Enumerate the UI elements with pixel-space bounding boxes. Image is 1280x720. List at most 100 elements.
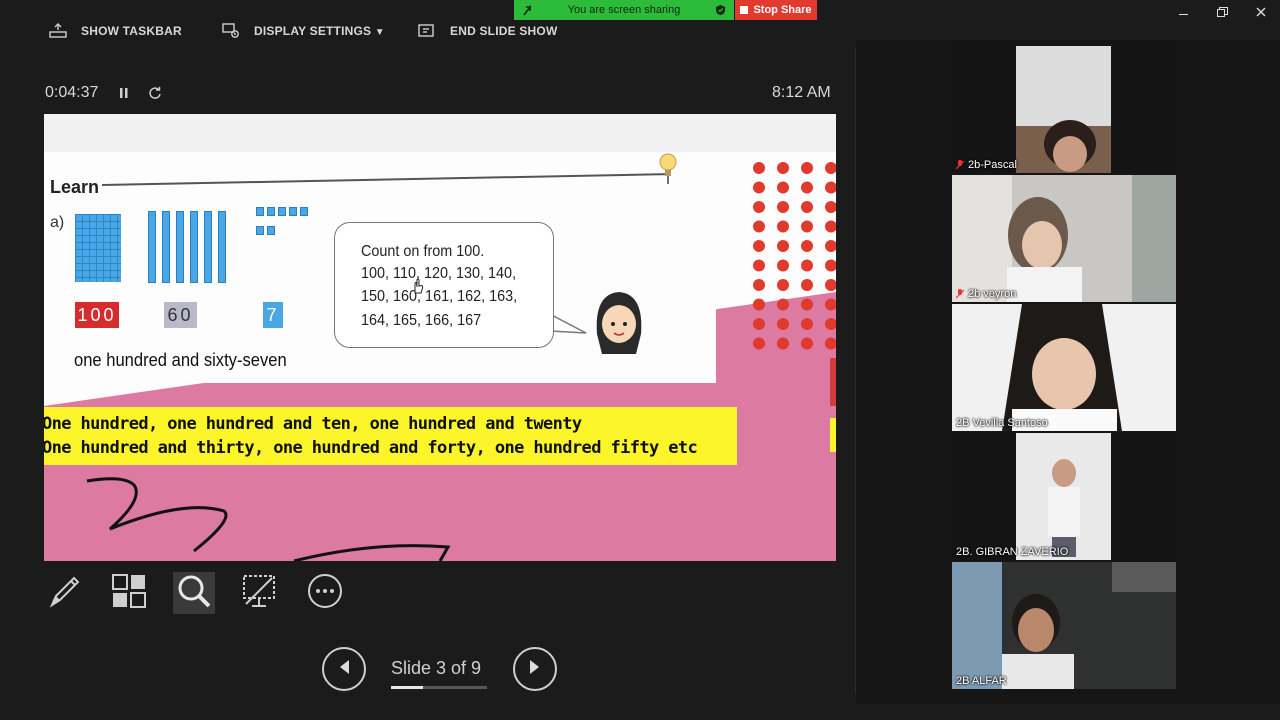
apple-icon bbox=[825, 337, 836, 350]
banner-line-1: One hundred, one hundred and ten, one hu… bbox=[44, 414, 582, 434]
screen-options-button[interactable] bbox=[238, 572, 280, 614]
apple-icon bbox=[777, 298, 789, 311]
end-slide-show-label: END SLIDE SHOW bbox=[450, 24, 558, 38]
apple-icon bbox=[777, 318, 789, 330]
zoom-icon bbox=[175, 572, 213, 615]
pause-icon bbox=[118, 87, 130, 104]
apple-icon bbox=[825, 162, 836, 174]
display-settings-button[interactable]: DISPLAY SETTINGS ▼ bbox=[222, 20, 385, 42]
apple-icon bbox=[753, 259, 765, 272]
zoom-button[interactable] bbox=[173, 572, 215, 614]
bubble-line: 164, 165, 166, 167 bbox=[361, 312, 482, 329]
participant-video bbox=[952, 562, 1176, 689]
pen-annotation bbox=[86, 477, 451, 561]
slide-counter: Slide 3 of 9 bbox=[391, 658, 482, 678]
see-all-slides-button[interactable] bbox=[108, 572, 150, 614]
speech-bubble: Count on from 100. 100, 110, 120, 130, 1… bbox=[334, 222, 554, 348]
reset-timer-button[interactable] bbox=[148, 86, 162, 105]
slide-progress-fill bbox=[391, 686, 423, 689]
apple-icon bbox=[753, 162, 765, 174]
apple-icon bbox=[801, 279, 813, 291]
participant-gallery[interactable]: 2b-Pascal 2b veyron 2B Vevilla Santoso 2… bbox=[856, 40, 1280, 704]
ones-cube bbox=[267, 226, 275, 235]
lightbulb-icon bbox=[659, 153, 677, 184]
participant-tile[interactable]: 2B. GIBRAN ZAVERIO bbox=[952, 433, 1176, 560]
close-window-button[interactable] bbox=[1251, 3, 1271, 21]
screen-sharing-label: You are screen sharing bbox=[567, 4, 681, 16]
stop-share-button[interactable]: Stop Share bbox=[735, 0, 817, 20]
ones-cube bbox=[256, 207, 264, 216]
apple-icon bbox=[825, 240, 836, 252]
bubble-line: Count on from 100. bbox=[361, 243, 485, 260]
restore-window-button[interactable] bbox=[1212, 3, 1232, 21]
participant-name: 2b-Pascal bbox=[955, 159, 1017, 171]
participant-tile[interactable]: 2b-Pascal bbox=[952, 46, 1176, 173]
elapsed-timer: 0:04:37 bbox=[45, 84, 99, 101]
mouse-cursor-icon bbox=[412, 278, 424, 299]
tens-rod bbox=[218, 211, 226, 283]
apple-icon bbox=[801, 220, 813, 233]
apple-icon bbox=[777, 162, 789, 174]
restore-icon bbox=[1216, 6, 1228, 21]
ones-cube bbox=[278, 207, 286, 216]
ones-cube bbox=[300, 207, 308, 216]
close-icon bbox=[1256, 5, 1266, 20]
tens-rod bbox=[204, 211, 212, 283]
participant-tile[interactable]: 2b veyron bbox=[952, 175, 1176, 302]
refresh-icon bbox=[148, 86, 162, 104]
banner-line-2: One hundred and thirty, one hundred and … bbox=[44, 438, 698, 458]
minimize-icon bbox=[1178, 14, 1188, 15]
show-taskbar-button[interactable]: SHOW TASKBAR bbox=[49, 20, 182, 42]
apple-icon bbox=[777, 240, 789, 252]
taskbar-icon bbox=[49, 23, 67, 39]
previous-slide-button[interactable] bbox=[322, 647, 366, 691]
next-slide-button[interactable] bbox=[513, 647, 557, 691]
apple-icon bbox=[753, 318, 765, 330]
screen-sharing-banner[interactable]: You are screen sharing bbox=[514, 0, 734, 20]
participant-name: 2B Vevilla Santoso bbox=[956, 417, 1048, 429]
arrow-left-icon bbox=[337, 659, 351, 680]
participant-name: 2B ALFAR bbox=[956, 675, 1007, 687]
slide-canvas[interactable]: Learn a) 100 60 7 one hundred and sixty-… bbox=[44, 114, 836, 561]
apple-icon bbox=[801, 240, 813, 252]
apple-icon bbox=[801, 162, 813, 174]
end-slide-show-button[interactable]: END SLIDE SHOW bbox=[418, 20, 557, 42]
pause-timer-button[interactable] bbox=[118, 86, 130, 105]
tens-rod bbox=[190, 211, 198, 283]
tens-rod bbox=[176, 211, 184, 283]
current-time: 8:12 AM bbox=[772, 84, 831, 101]
apple-icon bbox=[753, 240, 765, 252]
ones-cube bbox=[289, 207, 297, 216]
apple-icon bbox=[777, 337, 789, 350]
girl-illustration bbox=[596, 292, 642, 354]
more-options-button[interactable] bbox=[304, 572, 346, 614]
apple-icon bbox=[825, 298, 836, 311]
stop-share-label: Stop Share bbox=[753, 4, 812, 16]
shield-icon bbox=[715, 4, 726, 19]
pen-icon bbox=[46, 572, 84, 615]
pen-tool-button[interactable] bbox=[44, 572, 86, 614]
participant-tile[interactable]: 2B ALFAR bbox=[952, 562, 1176, 689]
ones-cube bbox=[267, 207, 275, 216]
participant-video bbox=[952, 46, 1176, 173]
apple-icon bbox=[825, 279, 836, 291]
apple-icon bbox=[825, 220, 836, 233]
minimize-window-button[interactable] bbox=[1173, 3, 1193, 21]
apple-icon bbox=[753, 337, 765, 350]
part-label: a) bbox=[50, 214, 65, 231]
apple-icon bbox=[753, 181, 765, 194]
screen-off-icon bbox=[240, 572, 278, 615]
yellow-accent-strip bbox=[830, 418, 836, 452]
see-all-slides-icon bbox=[110, 572, 148, 615]
display-settings-icon bbox=[222, 23, 240, 39]
tens-rod bbox=[148, 211, 156, 283]
more-options-icon bbox=[306, 572, 344, 615]
chevron-down-icon: ▼ bbox=[374, 27, 385, 38]
share-arrow-icon bbox=[522, 4, 532, 19]
hundreds-block bbox=[75, 214, 121, 282]
number-words-banner: One hundred, one hundred and ten, one hu… bbox=[44, 407, 737, 465]
apple-icon bbox=[825, 259, 836, 272]
bubble-line: 100, 110, 120, 130, 140, bbox=[361, 265, 517, 282]
participant-video bbox=[952, 433, 1176, 560]
participant-tile[interactable]: 2B Vevilla Santoso bbox=[952, 304, 1176, 431]
